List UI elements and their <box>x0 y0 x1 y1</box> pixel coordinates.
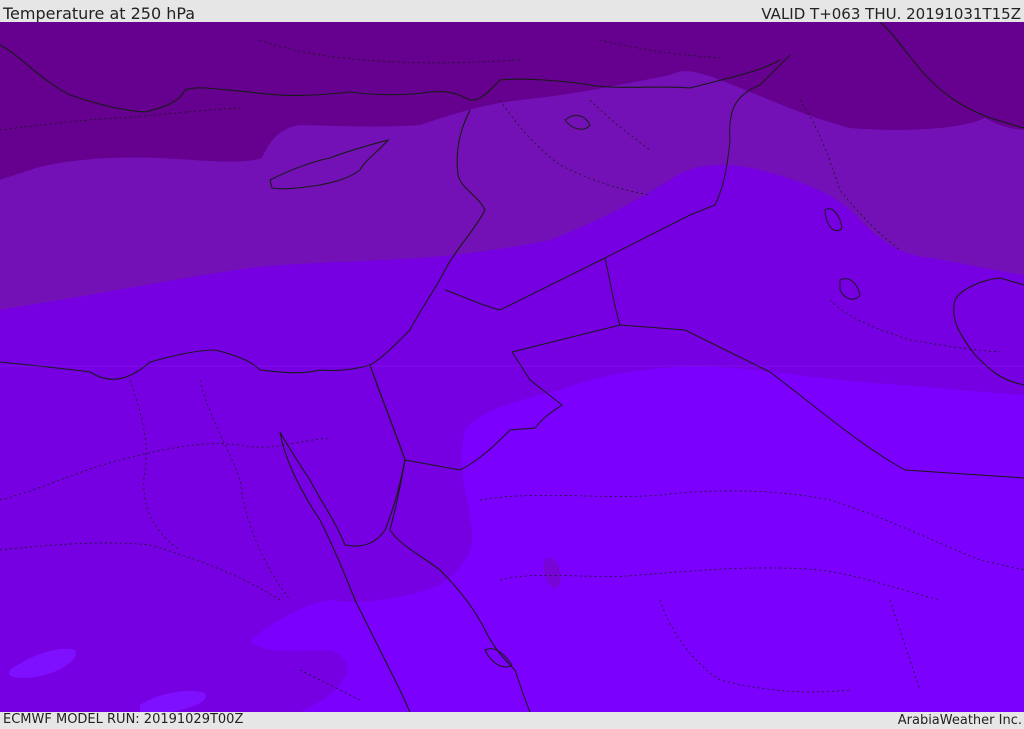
credit-label: ArabiaWeather Inc. <box>897 713 1022 728</box>
temperature-map[interactable] <box>0 22 1024 712</box>
model-run-label: ECMWF MODEL RUN: 20191029T00Z <box>3 712 244 727</box>
header-bar: Temperature at 250 hPa VALID T+063 THU. … <box>0 0 1024 23</box>
valid-time: VALID T+063 THU. 20191031T15Z <box>761 5 1021 23</box>
map-title: Temperature at 250 hPa <box>3 4 196 23</box>
footer-bar: ECMWF MODEL RUN: 20191029T00Z ArabiaWeat… <box>0 712 1024 729</box>
